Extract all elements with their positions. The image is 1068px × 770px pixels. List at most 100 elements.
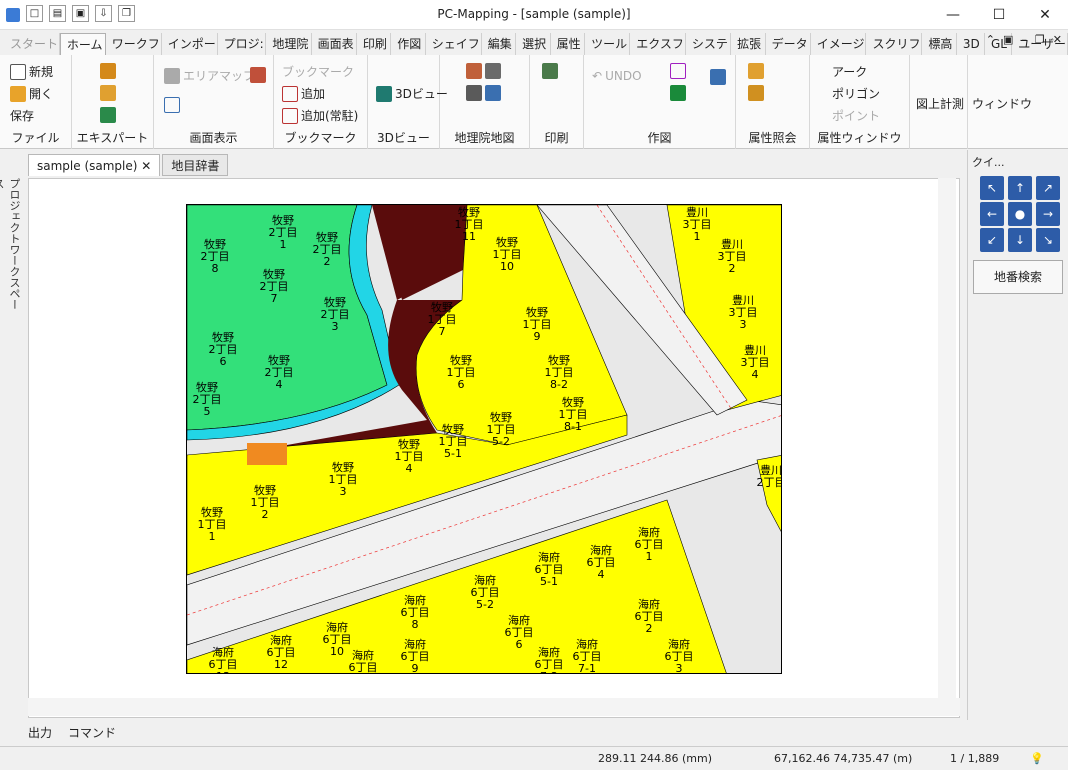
- nav-right-icon[interactable]: →: [1036, 202, 1060, 226]
- help-icon[interactable]: ▣: [1003, 33, 1013, 46]
- polygon-button[interactable]: ポリゴン: [832, 85, 880, 102]
- parcel-label-line: 海府: [270, 633, 292, 647]
- tab-workflow[interactable]: ワークフ: [106, 33, 162, 55]
- display-button[interactable]: [250, 67, 266, 83]
- tab-display[interactable]: 画面表: [312, 33, 357, 55]
- draw-tool-1[interactable]: [670, 63, 686, 79]
- attr-button-2[interactable]: [748, 85, 764, 101]
- minimize-button[interactable]: —: [930, 0, 976, 30]
- parcel-label-line: 4: [752, 368, 759, 381]
- area-map-button[interactable]: エリアマップ: [164, 67, 255, 84]
- print-button[interactable]: [542, 63, 558, 79]
- expert-button-3[interactable]: [100, 107, 116, 123]
- parcel-label-line: 牧野: [272, 213, 294, 227]
- tab-attribute[interactable]: 属性: [551, 33, 586, 55]
- tab-project[interactable]: プロジ:: [218, 33, 267, 55]
- undo-icon: ↶: [592, 69, 603, 83]
- tab-script[interactable]: スクリフ: [866, 33, 923, 55]
- undo-button[interactable]: ↶ UNDO: [592, 69, 642, 83]
- parcel-label-line: 3: [740, 318, 747, 331]
- tab-tool[interactable]: ツール: [585, 33, 631, 55]
- tab-gsi[interactable]: 地理院: [266, 33, 312, 55]
- nav-left-icon[interactable]: ←: [980, 202, 1004, 226]
- tab-elevation[interactable]: 標高: [922, 33, 957, 55]
- doc-tab-dictionary[interactable]: 地目辞書: [162, 154, 229, 176]
- tab-data[interactable]: データ: [766, 33, 811, 55]
- group-print: 印刷: [530, 55, 584, 149]
- pen-icon: [670, 85, 686, 101]
- measure-button[interactable]: 図上計測: [916, 95, 964, 112]
- save-button[interactable]: 保存: [10, 107, 34, 124]
- bookmark-dropdown[interactable]: ブックマーク: [282, 63, 354, 80]
- nav-down-right-icon[interactable]: ↘: [1036, 228, 1060, 252]
- bookmark-add-button[interactable]: 追加: [282, 85, 325, 102]
- parcel-label-line: 牧野: [458, 205, 480, 219]
- 3dview-button[interactable]: 3Dビュー: [376, 85, 448, 102]
- photo-icon: [485, 63, 501, 79]
- arc-button[interactable]: アーク: [832, 63, 867, 80]
- output-tab[interactable]: 出力: [28, 724, 52, 741]
- mdi-minimize-icon[interactable]: –: [1021, 33, 1027, 46]
- project-workspace-tab[interactable]: プロジェクトワークスペース: [0, 158, 22, 318]
- vertical-scrollbar[interactable]: [938, 178, 956, 698]
- tab-edit[interactable]: 編集: [482, 33, 517, 55]
- parcel-search-button[interactable]: 地番検索: [973, 260, 1063, 294]
- command-tab[interactable]: コマンド: [68, 724, 116, 741]
- expert-button-1[interactable]: [100, 63, 116, 79]
- tab-extend[interactable]: 拡張: [731, 33, 766, 55]
- 3d-icon: [376, 85, 392, 102]
- draw-tool-2[interactable]: [670, 85, 686, 101]
- tab-image[interactable]: イメージ: [811, 33, 867, 55]
- tab-export[interactable]: エクスフ: [630, 33, 686, 55]
- grid-map-icon: [466, 63, 482, 79]
- tab-start[interactable]: スタート: [4, 33, 60, 55]
- tab-import[interactable]: インポー: [162, 33, 218, 55]
- nav-down-icon[interactable]: ↓: [1008, 228, 1032, 252]
- group-label: 印刷: [544, 131, 569, 145]
- fit-view-button[interactable]: [164, 97, 180, 113]
- window-button[interactable]: ウィンドウ: [972, 95, 1032, 112]
- bottom-tabs: 出力 コマンド: [28, 724, 116, 741]
- eraser-button[interactable]: [710, 69, 726, 85]
- nav-down-left-icon[interactable]: ↙: [980, 228, 1004, 252]
- parcel-label-line: 海府: [576, 637, 598, 651]
- gsi-map-button-2[interactable]: [466, 85, 501, 101]
- nav-up-left-icon[interactable]: ↖: [980, 176, 1004, 200]
- nav-up-right-icon[interactable]: ↗: [1036, 176, 1060, 200]
- parcel-label-line: 海府: [638, 597, 660, 611]
- mdi-close-icon[interactable]: ✕: [1053, 33, 1062, 46]
- lightbulb-icon[interactable]: 💡: [1030, 752, 1044, 765]
- tab-draw[interactable]: 作図: [391, 33, 426, 55]
- open-button[interactable]: 開く: [10, 85, 53, 102]
- tab-select[interactable]: 選択: [516, 33, 551, 55]
- tab-shape[interactable]: シェイフ: [426, 33, 482, 55]
- expert-button-2[interactable]: [100, 85, 116, 101]
- doc-tab-sample[interactable]: sample (sample) ✕: [28, 154, 161, 176]
- bookmark-add-resident-button[interactable]: 追加(常駐): [282, 107, 358, 124]
- nav-up-icon[interactable]: ↑: [1008, 176, 1032, 200]
- gsi-map-button[interactable]: [466, 63, 501, 79]
- tab-3d[interactable]: 3D: [957, 33, 985, 55]
- point-button[interactable]: ポイント: [832, 107, 880, 124]
- collapse-ribbon-icon[interactable]: ⌃: [986, 33, 995, 46]
- parcel-label-line: 10: [500, 260, 514, 273]
- horizontal-scrollbar[interactable]: [28, 698, 960, 716]
- stack-icon: [100, 85, 116, 101]
- close-button[interactable]: ✕: [1022, 0, 1068, 30]
- group-expert: エキスパート: [72, 55, 154, 149]
- attr-button-1[interactable]: [748, 63, 764, 79]
- parcel-label-line: 2: [262, 508, 269, 521]
- maximize-button[interactable]: ☐: [976, 0, 1022, 30]
- tab-system[interactable]: システ: [686, 33, 732, 55]
- parcel-label-line: 牧野: [562, 395, 584, 409]
- tab-home[interactable]: ホーム: [59, 33, 106, 55]
- new-button[interactable]: 新規: [10, 63, 53, 80]
- map-view[interactable]: 牧野 2丁目 1 牧野 2丁目 2 牧野 2丁目 8 牧野 2丁目 7 牧野 2丁目 3 牧野 2丁目 6 牧野 2丁…: [186, 204, 782, 674]
- select-map-icon: [485, 85, 501, 101]
- mdi-restore-icon[interactable]: ❐: [1035, 33, 1045, 46]
- tab-print[interactable]: 印刷: [357, 33, 392, 55]
- nav-center-icon[interactable]: ●: [1008, 202, 1032, 226]
- parcel-label-line: 5: [204, 405, 211, 418]
- parcel-label-line: 7-1: [578, 662, 596, 674]
- eraser-icon: [710, 69, 726, 85]
